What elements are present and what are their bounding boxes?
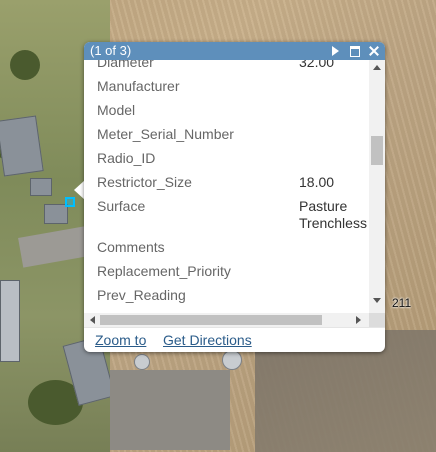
tree-cluster [10,50,40,80]
vertical-scrollbar[interactable] [369,60,385,313]
building [30,178,52,196]
field-label: Manufacturer [97,78,180,94]
scrollbar-corner [369,313,385,327]
field-value: 18.00 [299,174,335,190]
get-directions-link[interactable]: Get Directions [163,332,252,348]
popup-content[interactable]: Diameter 32.00 Manufacturer Model Meter_… [84,60,370,313]
field-value: Pasture [299,198,348,214]
field-value: Trenchless [299,215,367,231]
field-label: Prev_Reading [97,287,186,303]
grain-bin [134,354,150,370]
map-label: 211 [392,296,412,310]
zoom-to-link[interactable]: Zoom to [95,332,146,348]
horizontal-scroll-thumb[interactable] [100,315,322,325]
scroll-up-icon[interactable] [373,65,381,70]
building [0,280,20,362]
field-label: Comments [97,239,165,255]
field-label: Replacement_Priority [97,263,231,279]
field-label: Restrictor_Size [97,174,192,190]
feature-popup: (1 of 3) Diameter 32.00 Manufacturer Mod… [84,42,385,352]
scroll-left-icon[interactable] [90,316,95,324]
field-label: Model [97,102,136,118]
road [110,370,230,450]
scroll-right-icon[interactable] [356,316,361,324]
maximize-icon[interactable] [348,44,362,58]
building [44,204,68,224]
grain-bin [222,350,242,370]
close-icon[interactable] [367,44,381,58]
popup-title: (1 of 3) [90,43,132,58]
popup-titlebar: (1 of 3) [84,42,385,60]
field-label: Meter_Serial_Number [97,126,234,142]
field-value: 32.00 [299,60,335,70]
field-label: Radio_ID [97,150,156,166]
scroll-down-icon[interactable] [373,298,381,303]
next-icon[interactable] [328,44,342,58]
popup-actions: Zoom to Get Directions [84,327,385,353]
field-label: Diameter [97,60,154,70]
field-label: Surface [97,198,146,214]
vertical-scroll-thumb[interactable] [371,136,383,165]
building [0,115,44,177]
horizontal-scrollbar[interactable] [84,313,369,327]
